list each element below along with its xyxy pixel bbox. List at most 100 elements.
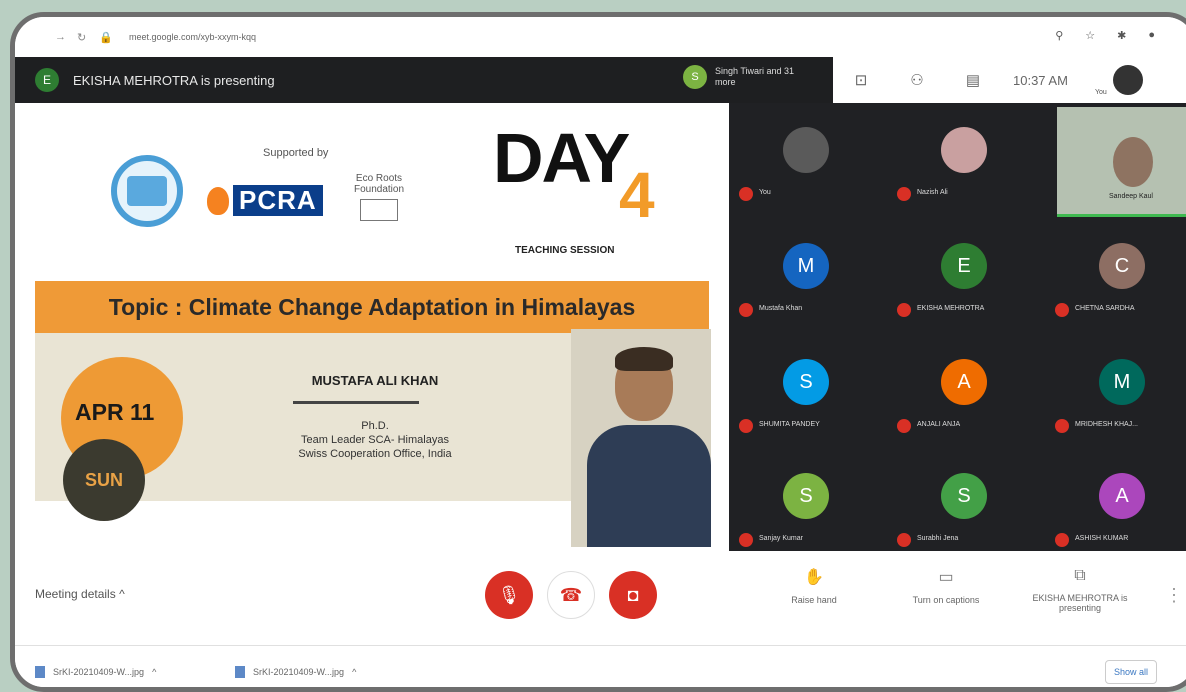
people-icon[interactable]: ⚇ bbox=[889, 71, 945, 89]
credential-line: Ph.D. bbox=[361, 420, 389, 432]
mic-off-button[interactable]: 🎙 bbox=[485, 571, 533, 619]
show-all-button[interactable]: Show all bbox=[1105, 660, 1158, 684]
participant-name: EKISHA MEHROTRA bbox=[917, 305, 985, 312]
key-icon[interactable]: ⚲ bbox=[1055, 29, 1063, 42]
raise-hand-button[interactable]: ✋ Raise hand bbox=[759, 567, 869, 605]
screenshot-frame: → ↻ 🔒 meet.google.com/xyb-xxym-kqq ⚲ ☆ ✱… bbox=[10, 12, 1186, 692]
camera-off-button[interactable]: ◘ bbox=[609, 571, 657, 619]
muted-mic-icon bbox=[739, 533, 753, 547]
self-label: You bbox=[1095, 89, 1107, 96]
raise-hand-label: Raise hand bbox=[791, 595, 837, 605]
speaker-name: MUSTAFA ALI KHAN bbox=[311, 373, 439, 388]
meeting-details-label: Meeting details bbox=[35, 587, 116, 601]
participant-name: CHETNA SARDHA bbox=[1075, 305, 1135, 312]
downloads-bar: SrKI-20210409-W...jpg ^ SrKI-20210409-W.… bbox=[15, 645, 1186, 687]
participant-grid: Sandeep Kaul You Nazish Ali M Mustafa Khan E… bbox=[729, 103, 1186, 551]
muted-mic-icon bbox=[1055, 303, 1069, 317]
file-icon bbox=[235, 666, 245, 678]
participant-tile[interactable]: S Surabhi Jena bbox=[889, 455, 1039, 551]
muted-mic-icon bbox=[1055, 533, 1069, 547]
speaker-photo bbox=[571, 329, 711, 547]
participant-name: MRIDHESH KHAJ... bbox=[1075, 421, 1139, 428]
participant-tile[interactable]: S SHUMITA PANDEY bbox=[731, 341, 881, 437]
muted-mic-icon bbox=[897, 419, 911, 433]
presenting-label: EKISHA MEHROTRA is presenting bbox=[1032, 593, 1128, 613]
participant-video-tile[interactable]: Sandeep Kaul bbox=[1057, 107, 1186, 217]
divider bbox=[293, 401, 419, 404]
participant-name: ASHISH KUMAR bbox=[1075, 535, 1129, 542]
star-icon[interactable]: ☆ bbox=[1085, 29, 1095, 42]
download-item[interactable]: SrKI-20210409-W...jpg ^ bbox=[35, 666, 156, 678]
participant-tile[interactable]: S Sanjay Kumar bbox=[731, 455, 881, 551]
chat-icon[interactable]: ▤ bbox=[945, 71, 1001, 89]
presenter-text: EKISHA MEHROTRA is presenting bbox=[73, 72, 275, 88]
lock-icon: 🔒 bbox=[99, 31, 113, 44]
muted-mic-icon bbox=[739, 187, 753, 201]
participants-pill[interactable]: S Singh Tiwari and 31 more bbox=[683, 65, 795, 89]
participant-tile[interactable]: C CHETNA SARDHA bbox=[1047, 225, 1186, 321]
day-title: DAY bbox=[493, 119, 630, 197]
extensions-icon[interactable]: ✱ bbox=[1117, 29, 1126, 42]
meet-toolbar: ⊡ ⚇ ▤ 10:37 AM You bbox=[833, 57, 1186, 103]
chevron-up-icon[interactable]: ^ bbox=[352, 667, 356, 677]
participant-name: ANJALI ANJA bbox=[917, 421, 961, 428]
profile-icon[interactable]: ● bbox=[1148, 29, 1155, 42]
participant-tile[interactable]: You bbox=[731, 109, 881, 205]
captions-button[interactable]: ▭ Turn on captions bbox=[891, 567, 1001, 605]
back-icon[interactable]: → bbox=[55, 31, 69, 43]
hand-icon: ✋ bbox=[804, 569, 824, 586]
download-item[interactable]: SrKI-20210409-W...jpg ^ bbox=[235, 666, 356, 678]
participant-avatar: C bbox=[1099, 243, 1145, 289]
participant-tile[interactable]: A ASHISH KUMAR bbox=[1047, 455, 1186, 551]
participant-avatar: S bbox=[683, 65, 707, 89]
speaker-credentials: Ph.D. Team Leader SCA- Himalayas Swiss C… bbox=[215, 419, 535, 461]
url-text[interactable]: meet.google.com/xyb-xxym-kqq bbox=[129, 32, 256, 42]
present-icon: ⧉ bbox=[1074, 567, 1086, 584]
oil-drop-icon bbox=[207, 186, 229, 215]
chevron-up-icon[interactable]: ^ bbox=[152, 667, 156, 677]
meeting-controls-bar: Meeting details ^ 🎙 ☎ ◘ ✋ Raise hand ▭ T… bbox=[15, 551, 1186, 645]
captions-label: Turn on captions bbox=[912, 595, 980, 605]
participant-avatar bbox=[783, 127, 829, 173]
participant-avatar: M bbox=[783, 243, 829, 289]
participant-avatar: A bbox=[1099, 473, 1145, 519]
presenter-avatar: E bbox=[35, 68, 59, 92]
supported-by-label: Supported by bbox=[263, 147, 329, 159]
hang-up-icon: ☎ bbox=[559, 584, 583, 605]
muted-mic-icon bbox=[1055, 419, 1069, 433]
credential-line: Swiss Cooperation Office, India bbox=[298, 448, 452, 460]
participants-text: Singh Tiwari and 31 more bbox=[715, 66, 795, 87]
presenting-button[interactable]: ⧉ EKISHA MEHROTRA is presenting bbox=[1025, 567, 1135, 613]
chevron-up-icon: ^ bbox=[119, 587, 125, 601]
browser-address-bar: → ↻ 🔒 meet.google.com/xyb-xxym-kqq ⚲ ☆ ✱… bbox=[15, 17, 1186, 57]
participant-tile[interactable]: Nazish Ali bbox=[889, 109, 1039, 205]
download-filename: SrKI-20210409-W...jpg bbox=[53, 667, 145, 677]
participant-tile[interactable]: E EKISHA MEHROTRA bbox=[889, 225, 1039, 321]
participant-tile[interactable]: A ANJALI ANJA bbox=[889, 341, 1039, 437]
participant-avatar: A bbox=[941, 359, 987, 405]
participant-name: Sandeep Kaul bbox=[1109, 193, 1153, 200]
info-icon[interactable]: ⊡ bbox=[833, 71, 889, 89]
meeting-details-button[interactable]: Meeting details ^ bbox=[35, 587, 125, 601]
clock: 10:37 AM bbox=[1013, 72, 1068, 88]
more-options-icon[interactable]: ⋮ bbox=[1165, 585, 1183, 606]
date-text: APR 11 bbox=[75, 399, 155, 425]
participant-avatar: S bbox=[783, 473, 829, 519]
file-icon bbox=[35, 666, 45, 678]
topic-banner: Topic : Climate Change Adaptation in Him… bbox=[35, 281, 709, 333]
muted-mic-icon bbox=[897, 187, 911, 201]
participant-name: Nazish Ali bbox=[917, 189, 948, 196]
reload-icon[interactable]: ↻ bbox=[77, 31, 91, 44]
participant-tile[interactable]: M MRIDHESH KHAJ... bbox=[1047, 341, 1186, 437]
muted-mic-icon bbox=[739, 303, 753, 317]
participant-avatar bbox=[941, 127, 987, 173]
participant-tile[interactable]: M Mustafa Khan bbox=[731, 225, 881, 321]
weekday-badge: SUN bbox=[63, 439, 145, 521]
eco-roots-text: Eco Roots Foundation bbox=[353, 173, 405, 195]
participant-avatar: S bbox=[783, 359, 829, 405]
participant-video bbox=[1113, 137, 1153, 187]
participant-name: Mustafa Khan bbox=[759, 305, 803, 312]
pcra-logo: PCRA bbox=[207, 185, 323, 216]
presentation-slide: Supported by PCRA Eco Roots Foundation D… bbox=[15, 103, 729, 551]
leave-call-button[interactable]: ☎ bbox=[547, 571, 595, 619]
